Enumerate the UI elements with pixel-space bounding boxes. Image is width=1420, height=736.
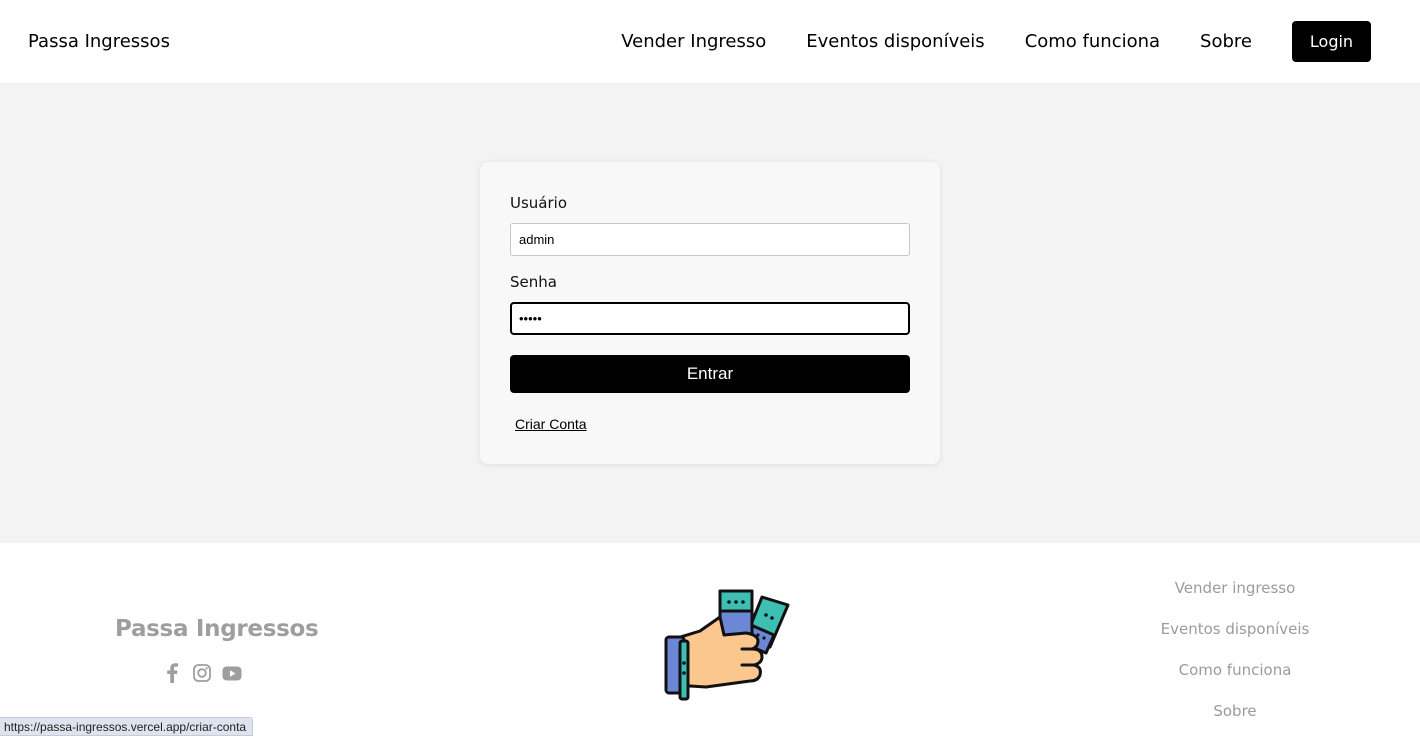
instagram-icon[interactable] <box>192 663 212 683</box>
hand-tickets-illustration <box>664 589 790 701</box>
footer-brand: Passa Ingressos <box>115 616 319 642</box>
main-nav: Vender Ingresso Eventos disponíveis Como… <box>621 21 1371 62</box>
youtube-icon[interactable] <box>222 663 242 683</box>
password-label: Senha <box>510 273 557 291</box>
footer-links: Vender ingresso Eventos disponíveis Como… <box>1135 578 1335 736</box>
footer-link-eventos-disponiveis[interactable]: Eventos disponíveis <box>1135 619 1335 660</box>
login-button[interactable]: Login <box>1292 21 1371 62</box>
create-account-link[interactable]: Criar Conta <box>515 416 587 432</box>
username-input[interactable] <box>510 223 910 256</box>
footer-link-vender-ingresso[interactable]: Vender ingresso <box>1135 578 1335 619</box>
nav-vender-ingresso[interactable]: Vender Ingresso <box>621 31 766 52</box>
brand-logo-text[interactable]: Passa Ingressos <box>28 31 170 52</box>
login-section: Usuário Senha Entrar Criar Conta <box>0 83 1420 543</box>
social-links <box>162 663 242 683</box>
footer-link-como-funciona[interactable]: Como funciona <box>1135 660 1335 701</box>
password-input[interactable] <box>510 302 910 335</box>
nav-eventos-disponiveis[interactable]: Eventos disponíveis <box>806 31 984 52</box>
footer-link-sobre[interactable]: Sobre <box>1135 701 1335 736</box>
footer: Passa Ingressos Vender ingresso Eventos … <box>0 543 1420 736</box>
login-card: Usuário Senha Entrar Criar Conta <box>480 162 940 464</box>
nav-como-funciona[interactable]: Como funciona <box>1025 31 1160 52</box>
facebook-icon[interactable] <box>162 663 182 683</box>
browser-status-url: https://passa-ingressos.vercel.app/criar… <box>0 717 254 736</box>
submit-button[interactable]: Entrar <box>510 355 910 393</box>
top-navbar: Passa Ingressos Vender Ingresso Eventos … <box>0 0 1420 83</box>
nav-sobre[interactable]: Sobre <box>1200 31 1252 52</box>
username-label: Usuário <box>510 194 568 212</box>
